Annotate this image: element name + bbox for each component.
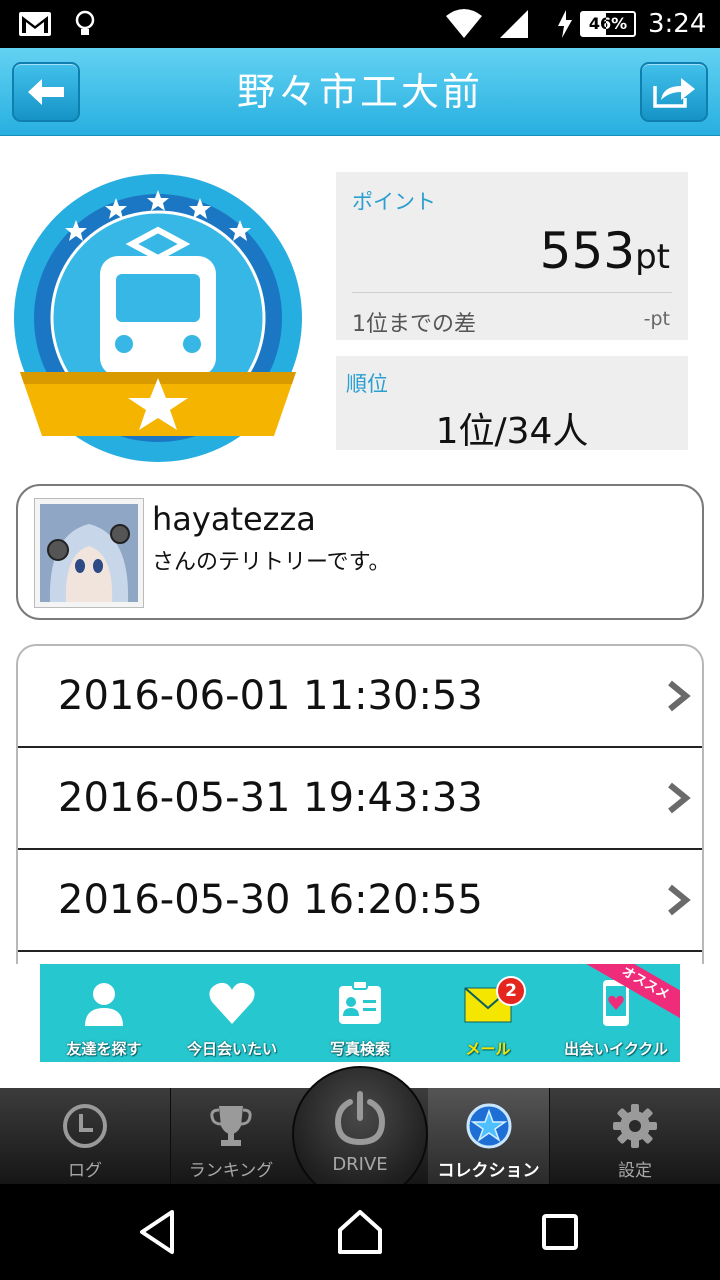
rank-label: 順位 bbox=[346, 372, 388, 396]
station-badge-icon bbox=[14, 174, 302, 462]
gear-icon bbox=[613, 1104, 657, 1148]
tab-label: 設定 bbox=[618, 1161, 652, 1181]
chevron-right-icon bbox=[668, 680, 691, 712]
visit-history-list: 2016-06-01 11:30:53 2016-05-31 19:43:33 … bbox=[16, 644, 704, 964]
points-number: 553 bbox=[539, 222, 636, 280]
mail-count-badge: 2 bbox=[496, 976, 526, 1006]
chevron-right-icon bbox=[668, 782, 691, 814]
gmail-icon bbox=[18, 0, 52, 48]
tab-ranking[interactable]: ランキング bbox=[171, 1088, 291, 1184]
heart-icon bbox=[209, 982, 255, 1024]
chevron-right-icon bbox=[668, 884, 691, 916]
back-triangle-icon[interactable] bbox=[132, 1206, 184, 1258]
tab-settings[interactable]: 設定 bbox=[550, 1088, 720, 1184]
id-card-icon bbox=[339, 980, 381, 1024]
ad-item-photo-search[interactable]: 写真検索 bbox=[296, 964, 424, 1062]
wifi-icon bbox=[444, 0, 484, 48]
signal-icon bbox=[498, 0, 530, 48]
territory-owner-card[interactable]: hayatezza さんのテリトリーです。 bbox=[16, 484, 704, 620]
owner-name: hayatezza bbox=[152, 500, 316, 538]
battery-percent: 46% bbox=[588, 14, 628, 33]
drive-label: DRIVE bbox=[332, 1154, 388, 1175]
clock-icon bbox=[63, 1104, 107, 1148]
recents-icon[interactable] bbox=[534, 1206, 586, 1258]
back-button[interactable] bbox=[12, 62, 80, 122]
points-panel: ポイント 553pt 1位までの差 -pt bbox=[336, 172, 688, 340]
status-bar: 46% 3:24 bbox=[0, 0, 720, 48]
trophy-icon bbox=[210, 1106, 252, 1146]
share-button[interactable] bbox=[640, 62, 708, 122]
points-label: ポイント bbox=[352, 190, 436, 214]
divider bbox=[352, 292, 672, 293]
history-timestamp: 2016-05-30 16:20:55 bbox=[58, 877, 483, 923]
tab-label: ログ bbox=[68, 1161, 102, 1181]
history-row[interactable]: 2016-05-30 16:20:55 bbox=[18, 850, 702, 952]
clock: 3:24 bbox=[648, 9, 707, 39]
tab-label: コレクション bbox=[437, 1161, 540, 1181]
ad-item-label: 今日会いたい bbox=[186, 1040, 277, 1058]
ad-item-label: メール bbox=[465, 1040, 511, 1058]
avatar-image bbox=[40, 504, 138, 602]
share-icon bbox=[653, 78, 695, 108]
diff-value: -pt bbox=[643, 308, 670, 330]
owner-description: さんのテリトリーです。 bbox=[152, 550, 391, 575]
tab-log[interactable]: ログ bbox=[0, 1088, 170, 1184]
lightbulb-icon bbox=[74, 0, 96, 48]
ad-item-label: 友達を探す bbox=[66, 1040, 142, 1058]
points-value: 553pt bbox=[540, 222, 670, 280]
battery-icon: 46% bbox=[580, 0, 636, 48]
content-area: ポイント 553pt 1位までの差 -pt 順位 1位/34人 hayatezz… bbox=[0, 136, 720, 964]
history-timestamp: 2016-06-01 11:30:53 bbox=[58, 673, 483, 719]
drive-button[interactable]: DRIVE bbox=[292, 1066, 428, 1202]
system-nav-bar bbox=[0, 1184, 720, 1280]
header-bar: 野々市工大前 bbox=[0, 48, 720, 136]
home-icon[interactable] bbox=[334, 1206, 386, 1258]
history-timestamp: 2016-05-31 19:43:33 bbox=[58, 775, 483, 821]
history-row[interactable]: 2016-06-01 11:30:53 bbox=[18, 646, 702, 748]
ad-item-label: 出会いイククル bbox=[564, 1040, 668, 1058]
charging-icon bbox=[556, 0, 574, 48]
page-title: 野々市工大前 bbox=[236, 70, 483, 114]
ad-item-meet-today[interactable]: 今日会いたい bbox=[168, 964, 296, 1062]
power-icon bbox=[334, 1091, 386, 1146]
rank-value: 1位/34人 bbox=[435, 411, 589, 452]
rank-panel: 順位 1位/34人 bbox=[336, 356, 688, 452]
arrow-left-icon bbox=[28, 79, 64, 105]
ad-banner[interactable]: 友達を探す 今日会いたい 写真検索 メール 2 出会いイククル オススメ bbox=[40, 964, 680, 1062]
ad-item-label: 写真検索 bbox=[329, 1040, 390, 1058]
person-icon bbox=[85, 983, 123, 1026]
tab-collection[interactable]: コレクション bbox=[428, 1088, 549, 1184]
star-circle-icon bbox=[466, 1103, 511, 1149]
diff-label: 1位までの差 bbox=[352, 312, 476, 337]
ad-item-find-friends[interactable]: 友達を探す bbox=[40, 964, 168, 1062]
ad-item-mail[interactable]: メール bbox=[424, 964, 552, 1062]
avatar bbox=[34, 498, 144, 608]
tab-label: ランキング bbox=[188, 1161, 274, 1181]
history-row[interactable]: 2016-05-31 19:43:33 bbox=[18, 748, 702, 850]
points-unit: pt bbox=[635, 237, 670, 277]
